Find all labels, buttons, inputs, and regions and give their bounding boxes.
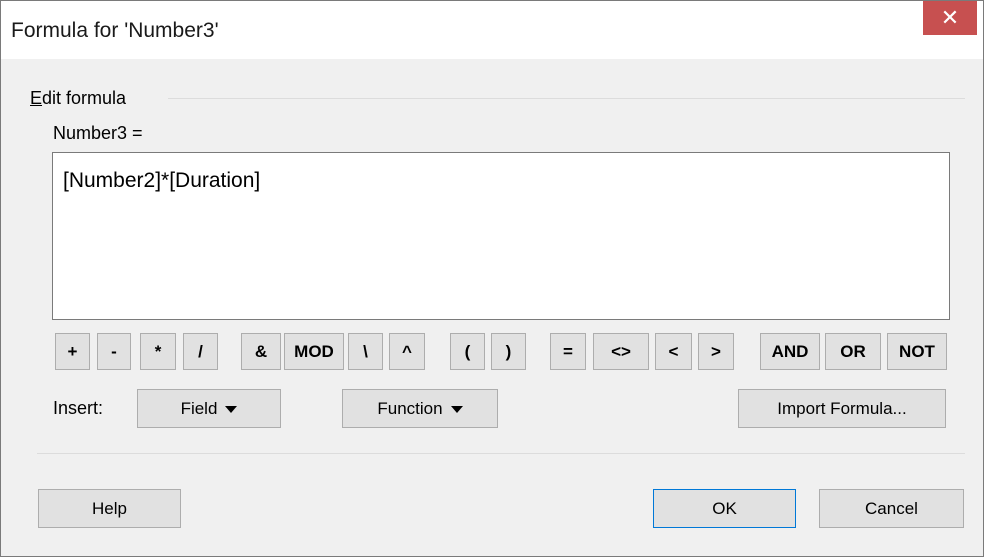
access-key-letter: E [30,88,43,108]
chevron-down-icon [225,406,238,413]
field-dropdown-button[interactable]: Field [137,389,281,428]
field-button-label: Field [180,398,218,418]
ok-button[interactable]: OK [653,489,796,528]
title-bar: Formula for 'Number3' ✕ [1,1,983,59]
formula-textarea[interactable] [52,152,950,320]
op-divide-button[interactable]: / [183,333,218,370]
op-or-button[interactable]: OR [825,333,881,370]
help-button[interactable]: Help [38,489,181,528]
chevron-down-icon [450,406,463,413]
group-label-text: dit formula [42,88,127,108]
dialog-title: Formula for 'Number3' [11,19,219,42]
function-dropdown-button[interactable]: Function [342,389,498,428]
op-multiply-button[interactable]: * [140,333,176,370]
function-button-label: Function [377,398,443,418]
op-minus-button[interactable]: - [97,333,131,370]
op-and-button[interactable]: AND [760,333,820,370]
op-mod-button[interactable]: MOD [284,333,344,370]
op-open-paren-button[interactable]: ( [450,333,485,370]
close-icon: ✕ [940,5,960,30]
op-concat-button[interactable]: & [241,333,281,370]
field-name-label: Number3 = [53,123,143,143]
op-greater-than-button[interactable]: > [698,333,734,370]
op-not-equal-button[interactable]: <> [593,333,649,370]
footer-separator [37,453,965,454]
edit-formula-group-label: Edit formula [30,88,126,109]
op-plus-button[interactable]: + [55,333,90,370]
insert-label: Insert: [53,398,104,418]
op-equals-button[interactable]: = [550,333,586,370]
op-close-paren-button[interactable]: ) [491,333,526,370]
op-int-divide-button[interactable]: \ [348,333,383,370]
op-less-than-button[interactable]: < [655,333,692,370]
import-formula-button[interactable]: Import Formula... [738,389,946,428]
group-divider [168,98,965,99]
cancel-button[interactable]: Cancel [819,489,964,528]
close-button[interactable]: ✕ [923,1,977,35]
op-power-button[interactable]: ^ [389,333,425,370]
op-not-button[interactable]: NOT [887,333,947,370]
